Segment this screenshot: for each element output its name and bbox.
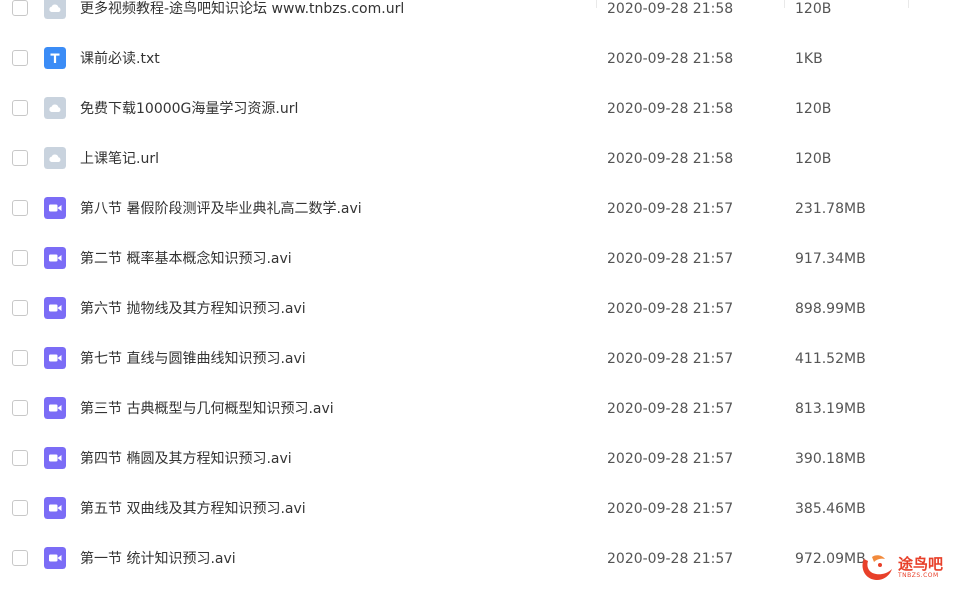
video-file-icon [44, 547, 66, 569]
file-name[interactable]: 更多视频教程-途鸟吧知识论坛 www.tnbzs.com.url [80, 0, 404, 34]
file-size: 120B [795, 101, 832, 117]
row-checkbox[interactable] [12, 400, 28, 416]
row-checkbox[interactable] [12, 250, 28, 266]
file-modified-date: 2020-09-28 21:57 [607, 451, 734, 467]
file-modified-date: 2020-09-28 21:58 [607, 51, 734, 67]
file-row[interactable]: 第二节 概率基本概念知识预习.avi 2020-09-28 21:57 917.34… [0, 234, 959, 284]
row-checkbox[interactable] [12, 0, 28, 16]
file-size: 231.78MB [795, 201, 866, 217]
file-list: 更多视频教程-途鸟吧知识论坛 www.tnbzs.com.url 2020-09-… [0, 0, 959, 590]
file-row[interactable]: 第三节 古典概型与几何概型知识预习.avi 2020-09-28 21:57 813… [0, 384, 959, 434]
row-checkbox[interactable] [12, 50, 28, 66]
file-row[interactable]: 更多视频教程-途鸟吧知识论坛 www.tnbzs.com.url 2020-09-… [0, 0, 959, 34]
video-file-icon [44, 247, 66, 269]
file-modified-date: 2020-09-28 21:57 [607, 401, 734, 417]
file-size: 411.52MB [795, 351, 866, 367]
file-modified-date: 2020-09-28 21:58 [607, 101, 734, 117]
cloud-link-icon [44, 147, 66, 169]
file-size: 120B [795, 151, 832, 167]
file-modified-date: 2020-09-28 21:58 [607, 1, 734, 17]
file-name[interactable]: 课前必读.txt [80, 34, 160, 84]
watermark-logo: 途鸟吧 TNBZS.COM [858, 551, 956, 585]
file-modified-date: 2020-09-28 21:57 [607, 301, 734, 317]
file-name[interactable]: 第一节 统计知识预习.avi [80, 534, 236, 584]
video-file-icon [44, 497, 66, 519]
video-file-icon [44, 347, 66, 369]
watermark-subtext: TNBZS.COM [898, 572, 939, 579]
row-checkbox[interactable] [12, 350, 28, 366]
row-checkbox[interactable] [12, 300, 28, 316]
file-modified-date: 2020-09-28 21:57 [607, 501, 734, 517]
bird-logo-icon [862, 555, 892, 581]
video-file-icon [44, 397, 66, 419]
file-name[interactable]: 上课笔记.url [80, 134, 159, 184]
file-modified-date: 2020-09-28 21:57 [607, 551, 734, 567]
file-row[interactable]: 上课笔记.url 2020-09-28 21:58 120B [0, 134, 959, 184]
file-row[interactable]: 第五节 双曲线及其方程知识预习.avi 2020-09-28 21:57 385.4… [0, 484, 959, 534]
file-row[interactable]: 第六节 抛物线及其方程知识预习.avi 2020-09-28 21:57 898.9… [0, 284, 959, 334]
row-checkbox[interactable] [12, 450, 28, 466]
row-checkbox[interactable] [12, 150, 28, 166]
file-size: 1KB [795, 51, 823, 67]
file-name[interactable]: 第四节 椭圆及其方程知识预习.avi [80, 434, 292, 484]
file-row[interactable]: 第一节 统计知识预习.avi 2020-09-28 21:57 972.09MB [0, 534, 959, 584]
file-size: 813.19MB [795, 401, 866, 417]
row-checkbox[interactable] [12, 200, 28, 216]
file-row[interactable]: 第四节 椭圆及其方程知识预习.avi 2020-09-28 21:57 390.18… [0, 434, 959, 484]
watermark-text: 途鸟吧 [898, 555, 944, 573]
file-size: 972.09MB [795, 551, 866, 567]
file-name[interactable]: 第五节 双曲线及其方程知识预习.avi [80, 484, 306, 534]
file-name[interactable]: 免费下载10000G海量学习资源.url [80, 84, 298, 134]
file-modified-date: 2020-09-28 21:57 [607, 201, 734, 217]
row-checkbox[interactable] [12, 100, 28, 116]
file-modified-date: 2020-09-28 21:57 [607, 251, 734, 267]
file-name[interactable]: 第八节 暑假阶段测评及毕业典礼高二数学.avi [80, 184, 362, 234]
file-modified-date: 2020-09-28 21:58 [607, 151, 734, 167]
file-row[interactable]: 第八节 暑假阶段测评及毕业典礼高二数学.avi 2020-09-28 21:57 2… [0, 184, 959, 234]
file-size: 120B [795, 1, 832, 17]
video-file-icon [44, 297, 66, 319]
file-size: 898.99MB [795, 301, 866, 317]
file-name[interactable]: 第三节 古典概型与几何概型知识预习.avi [80, 384, 334, 434]
file-modified-date: 2020-09-28 21:57 [607, 351, 734, 367]
row-checkbox[interactable] [12, 500, 28, 516]
cloud-link-icon [44, 0, 66, 19]
file-row[interactable]: 课前必读.txt 2020-09-28 21:58 1KB [0, 34, 959, 84]
cloud-link-icon [44, 97, 66, 119]
video-file-icon [44, 447, 66, 469]
file-name[interactable]: 第二节 概率基本概念知识预习.avi [80, 234, 292, 284]
text-file-icon [44, 47, 66, 69]
file-name[interactable]: 第七节 直线与圆锥曲线知识预习.avi [80, 334, 306, 384]
video-file-icon [44, 197, 66, 219]
file-size: 390.18MB [795, 451, 866, 467]
file-name[interactable]: 第六节 抛物线及其方程知识预习.avi [80, 284, 306, 334]
row-checkbox[interactable] [12, 550, 28, 566]
file-row[interactable]: 第七节 直线与圆锥曲线知识预习.avi 2020-09-28 21:57 411.5… [0, 334, 959, 384]
file-size: 917.34MB [795, 251, 866, 267]
file-row[interactable]: 免费下载10000G海量学习资源.url 2020-09-28 21:58 120B [0, 84, 959, 134]
file-size: 385.46MB [795, 501, 866, 517]
